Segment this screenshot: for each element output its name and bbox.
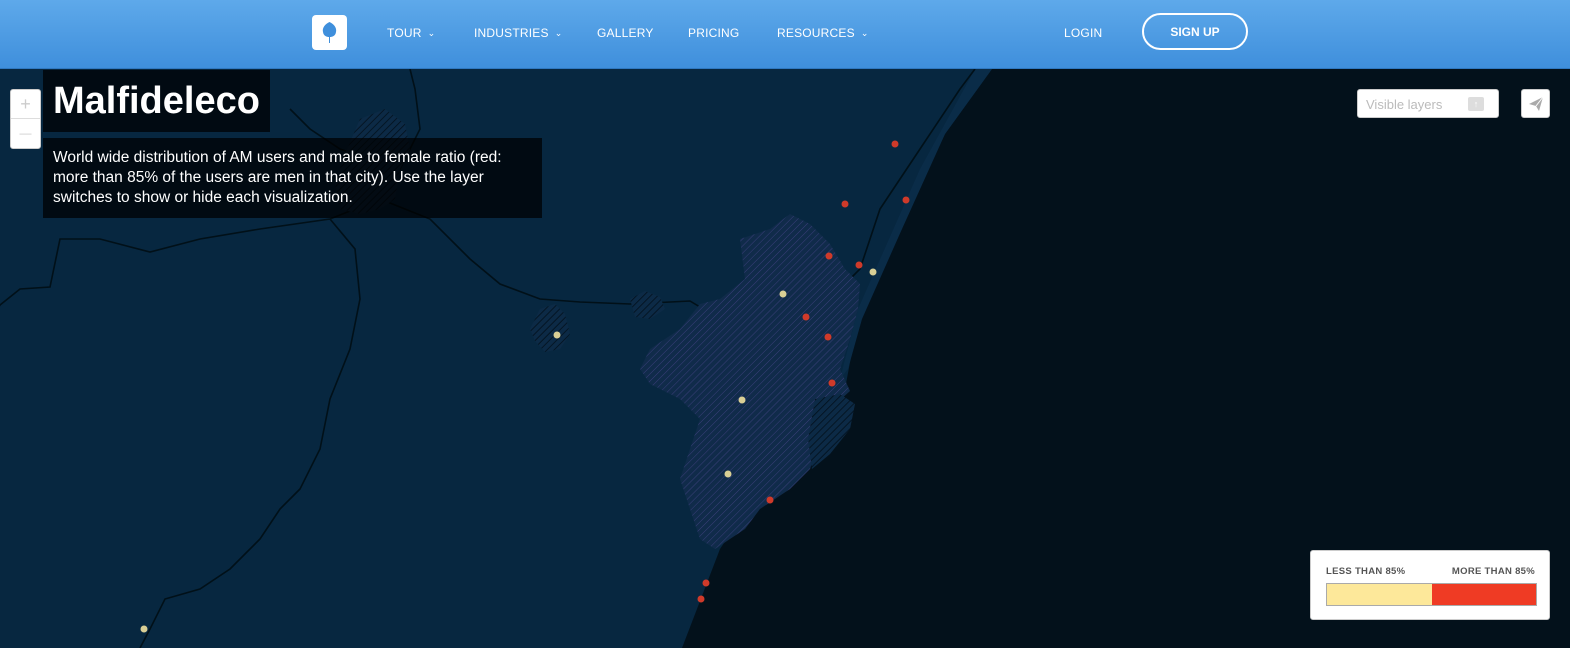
city-dot-yellow[interactable]: [724, 470, 732, 478]
zoom-in-button[interactable]: +: [11, 90, 40, 119]
nav-industries[interactable]: INDUSTRIES ⌄: [474, 26, 562, 40]
city-dot-yellow[interactable]: [738, 396, 746, 404]
chevron-down-icon: ⌄: [860, 28, 869, 38]
share-button[interactable]: [1521, 89, 1550, 118]
paper-plane-icon: [1529, 96, 1544, 111]
city-dot-red[interactable]: [841, 200, 849, 208]
legend-high-label: MORE THAN 85%: [1451, 566, 1535, 577]
legend-high-swatch: [1431, 584, 1536, 605]
city-dot-red[interactable]: [802, 313, 810, 321]
nav-tour[interactable]: TOUR ⌄: [387, 26, 435, 40]
city-dot-yellow[interactable]: [553, 331, 561, 339]
map-legend: LESS THAN 85% MORE THAN 85%: [1310, 550, 1550, 620]
city-dot-red[interactable]: [702, 579, 710, 587]
nav-resources[interactable]: RESOURCES ⌄: [777, 26, 869, 40]
signup-button[interactable]: SIGN UP: [1142, 13, 1248, 50]
site-logo[interactable]: [312, 15, 347, 50]
login-link[interactable]: LOGIN: [1064, 26, 1102, 40]
visible-layers-placeholder: Visible layers: [1366, 97, 1443, 112]
map-description: World wide distribution of AM users and …: [43, 138, 542, 218]
city-dot-red[interactable]: [828, 379, 836, 387]
city-dot-red[interactable]: [855, 261, 863, 269]
top-navigation-bar: TOUR ⌄ INDUSTRIES ⌄ GALLERY PRICING RESOUR…: [0, 0, 1570, 69]
city-dot-red[interactable]: [766, 496, 774, 504]
zoom-control: + —: [10, 89, 41, 149]
chevron-down-icon: ⌄: [427, 28, 436, 38]
city-dot-yellow[interactable]: [779, 290, 787, 298]
city-dot-red[interactable]: [824, 333, 832, 341]
map-title-box: Malfideleco: [43, 70, 270, 132]
chevron-down-icon: ⌄: [554, 28, 563, 38]
nav-pricing[interactable]: PRICING: [688, 26, 739, 40]
legend-color-bar: [1326, 583, 1537, 606]
city-dot-red[interactable]: [902, 196, 910, 204]
city-dot-yellow[interactable]: [869, 268, 877, 276]
nav-gallery[interactable]: GALLERY: [597, 26, 654, 40]
city-dot-yellow[interactable]: [140, 625, 148, 633]
tree-icon: [322, 22, 337, 43]
zoom-out-button[interactable]: —: [11, 119, 40, 148]
visible-layers-selector[interactable]: Visible layers ↑: [1357, 89, 1499, 118]
layers-toggle-icon[interactable]: ↑: [1468, 97, 1484, 111]
legend-low-swatch: [1327, 584, 1432, 605]
map-title: Malfideleco: [53, 80, 260, 122]
legend-low-label: LESS THAN 85%: [1326, 566, 1406, 577]
city-dot-red[interactable]: [697, 595, 705, 603]
city-dot-red[interactable]: [891, 140, 899, 148]
city-dot-red[interactable]: [825, 252, 833, 260]
